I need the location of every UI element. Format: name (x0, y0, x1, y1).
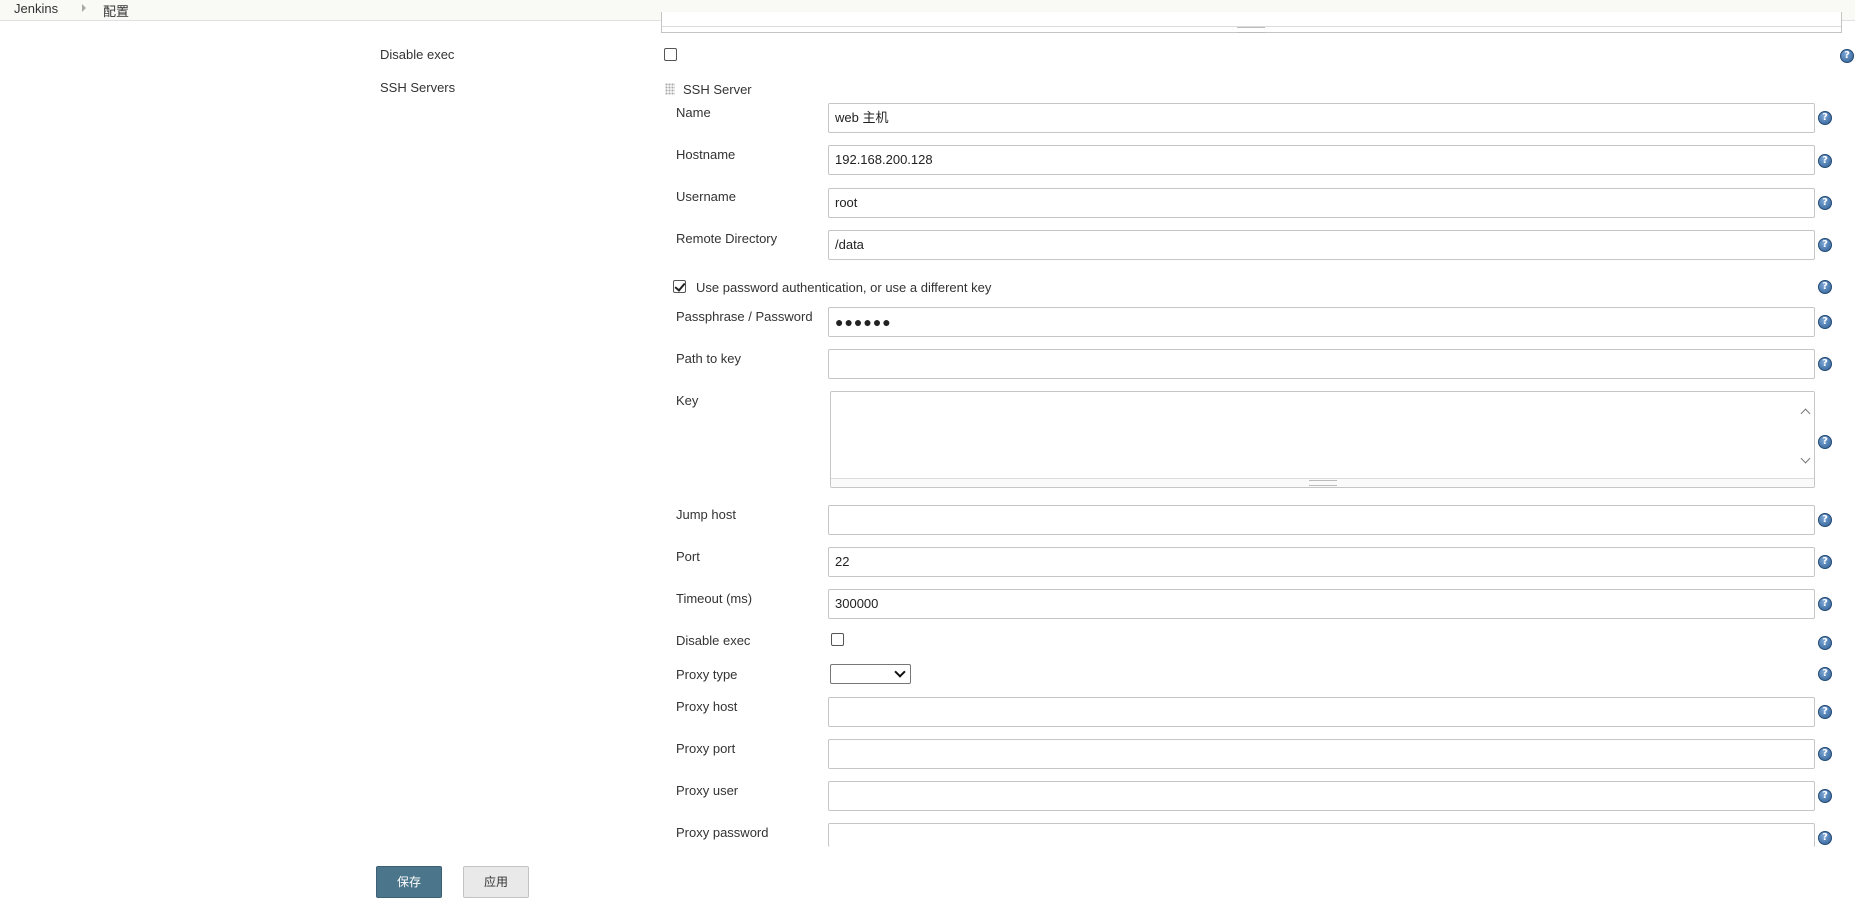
path-to-key-input[interactable] (828, 349, 1815, 379)
proxy-user-help-icon[interactable]: ? (1818, 789, 1832, 803)
resize-grip-icon[interactable] (1237, 27, 1265, 33)
scroll-up-icon[interactable] (1800, 408, 1811, 419)
use-password-checkbox[interactable] (673, 280, 686, 293)
ssh-server-title: SSH Server (683, 82, 752, 97)
name-label: Name (676, 105, 711, 120)
timeout-input[interactable]: 300000 (828, 589, 1815, 619)
chevron-down-icon (894, 666, 906, 678)
upper-textarea[interactable] (661, 12, 1842, 33)
hostname-help-icon[interactable]: ? (1818, 154, 1832, 168)
key-help-icon[interactable]: ? (1818, 435, 1832, 449)
proxy-type-select[interactable] (830, 664, 911, 684)
help-icon[interactable]: ? (1840, 49, 1854, 63)
timeout-label: Timeout (ms) (676, 591, 753, 606)
disable-exec-label: Disable exec (380, 47, 455, 62)
name-input[interactable]: web 主机 (828, 103, 1815, 133)
proxy-type-help-icon[interactable]: ? (1818, 667, 1832, 681)
proxy-password-input[interactable] (828, 823, 1815, 847)
port-label: Port (676, 549, 700, 564)
username-help-icon[interactable]: ? (1818, 196, 1832, 210)
hostname-label: Hostname (676, 147, 736, 162)
passphrase-label: Passphrase / Password (676, 309, 813, 324)
server-disable-exec-help-icon[interactable]: ? (1818, 636, 1832, 650)
proxy-port-help-icon[interactable]: ? (1818, 747, 1832, 761)
remote-directory-input[interactable]: /data (828, 230, 1815, 260)
remote-directory-label: Remote Directory (676, 231, 778, 246)
drag-handle-icon[interactable] (665, 83, 675, 95)
server-disable-exec-label: Disable exec (676, 633, 751, 648)
username-input[interactable]: root (828, 188, 1815, 218)
jump-host-help-icon[interactable]: ? (1818, 513, 1832, 527)
proxy-port-label: Proxy port (676, 741, 736, 756)
proxy-password-help-icon[interactable]: ? (1818, 831, 1832, 845)
path-to-key-help-icon[interactable]: ? (1818, 357, 1832, 371)
key-label: Key (676, 393, 699, 408)
path-to-key-label: Path to key (676, 351, 742, 366)
proxy-type-label: Proxy type (676, 667, 738, 682)
username-label: Username (676, 189, 736, 204)
proxy-port-input[interactable] (828, 739, 1815, 769)
passphrase-input[interactable]: ●●●●●● (828, 307, 1815, 337)
ssh-servers-label: SSH Servers (380, 80, 456, 95)
proxy-password-label: Proxy password (676, 825, 769, 840)
timeout-help-icon[interactable]: ? (1818, 597, 1832, 611)
proxy-host-label: Proxy host (676, 699, 738, 714)
proxy-host-help-icon[interactable]: ? (1818, 705, 1832, 719)
breadcrumb-current[interactable]: 配置 (103, 1, 129, 20)
name-help-icon[interactable]: ? (1818, 111, 1832, 125)
breadcrumb-jenkins-link[interactable]: Jenkins (14, 1, 58, 16)
use-password-help-icon[interactable]: ? (1818, 280, 1832, 294)
passphrase-help-icon[interactable]: ? (1818, 315, 1832, 329)
scroll-down-icon[interactable] (1800, 453, 1811, 464)
resize-grip-icon[interactable] (1309, 480, 1337, 486)
remote-directory-help-icon[interactable]: ? (1818, 238, 1832, 252)
hostname-input[interactable]: 192.168.200.128 (828, 145, 1815, 175)
disable-exec-checkbox[interactable] (664, 48, 677, 61)
jump-host-input[interactable] (828, 505, 1815, 535)
use-password-label[interactable]: Use password authentication, or use a di… (696, 280, 991, 295)
key-scrollbar[interactable] (1797, 392, 1814, 480)
proxy-host-input[interactable] (828, 697, 1815, 727)
proxy-user-label: Proxy user (676, 783, 739, 798)
port-help-icon[interactable]: ? (1818, 555, 1832, 569)
jump-host-label: Jump host (676, 507, 736, 522)
breadcrumb-separator-icon (82, 4, 86, 12)
proxy-user-input[interactable] (828, 781, 1815, 811)
apply-button[interactable]: 应用 (463, 866, 529, 898)
port-input[interactable]: 22 (828, 547, 1815, 577)
server-disable-exec-checkbox[interactable] (831, 633, 844, 646)
save-button[interactable]: 保存 (376, 866, 442, 898)
key-textarea[interactable] (830, 391, 1815, 488)
